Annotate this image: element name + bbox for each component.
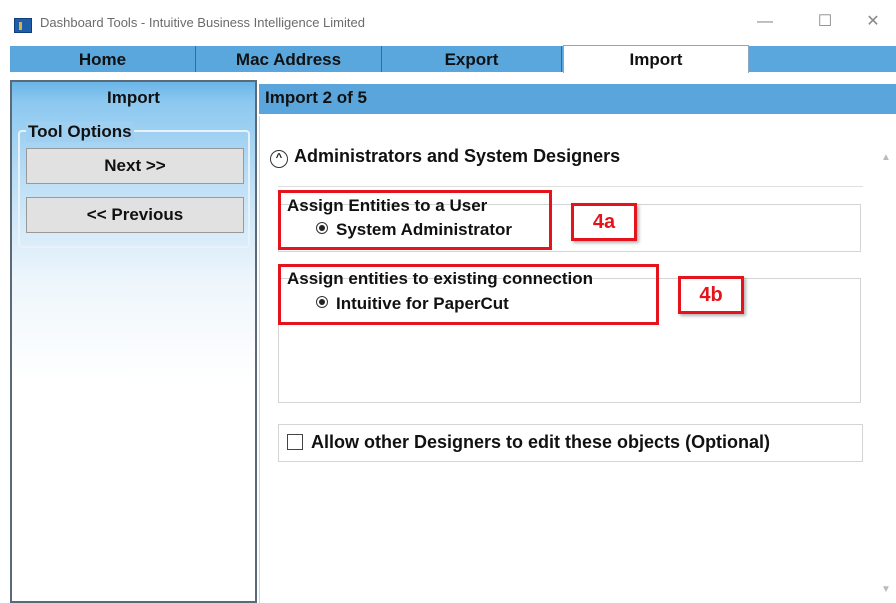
callout-4b: 4b bbox=[678, 276, 744, 314]
tab-home[interactable]: Home bbox=[10, 46, 196, 72]
checkbox-icon[interactable] bbox=[287, 434, 303, 450]
step-header: Import 2 of 5 bbox=[259, 84, 896, 114]
title-bar: Dashboard Tools - Intuitive Business Int… bbox=[0, 0, 896, 44]
divider bbox=[278, 186, 863, 187]
tab-mac-address[interactable]: Mac Address bbox=[196, 46, 382, 72]
main-panel: ^ Administrators and System Designers Ass… bbox=[259, 116, 896, 603]
annotation-box-4b bbox=[278, 264, 659, 325]
minimize-button[interactable]: — bbox=[750, 10, 780, 34]
step-header-text: Import 2 of 5 bbox=[265, 88, 368, 107]
sidebar-title: Import bbox=[107, 88, 160, 107]
scroll-up-arrow[interactable]: ▲ bbox=[881, 152, 891, 163]
scroll-down-arrow[interactable]: ▼ bbox=[881, 584, 891, 595]
tool-options-label: Tool Options bbox=[26, 122, 134, 142]
window-title: Dashboard Tools - Intuitive Business Int… bbox=[40, 15, 365, 30]
tab-bar: Home Mac Address Export Import bbox=[10, 45, 896, 73]
next-button[interactable]: Next >> bbox=[26, 148, 244, 184]
previous-button[interactable]: << Previous bbox=[26, 197, 244, 233]
callout-4a: 4a bbox=[571, 203, 637, 241]
tab-import[interactable]: Import bbox=[563, 45, 749, 73]
checkbox-label: Allow other Designers to edit these obje… bbox=[311, 432, 771, 452]
annotation-box-4a bbox=[278, 190, 552, 250]
section-title-text: Administrators and System Designers bbox=[294, 146, 621, 166]
tab-export[interactable]: Export bbox=[382, 46, 562, 72]
app-icon bbox=[14, 18, 32, 33]
chevron-up-circle-icon[interactable]: ^ bbox=[270, 150, 288, 168]
allow-designers-checkbox[interactable]: Allow other Designers to edit these obje… bbox=[287, 432, 770, 453]
sidebar: Import Tool Options Next >> << Previous bbox=[10, 80, 257, 603]
maximize-button[interactable]: ☐ bbox=[810, 10, 840, 34]
close-button[interactable]: ✕ bbox=[858, 10, 888, 34]
section-title[interactable]: ^ Administrators and System Designers bbox=[270, 146, 620, 168]
